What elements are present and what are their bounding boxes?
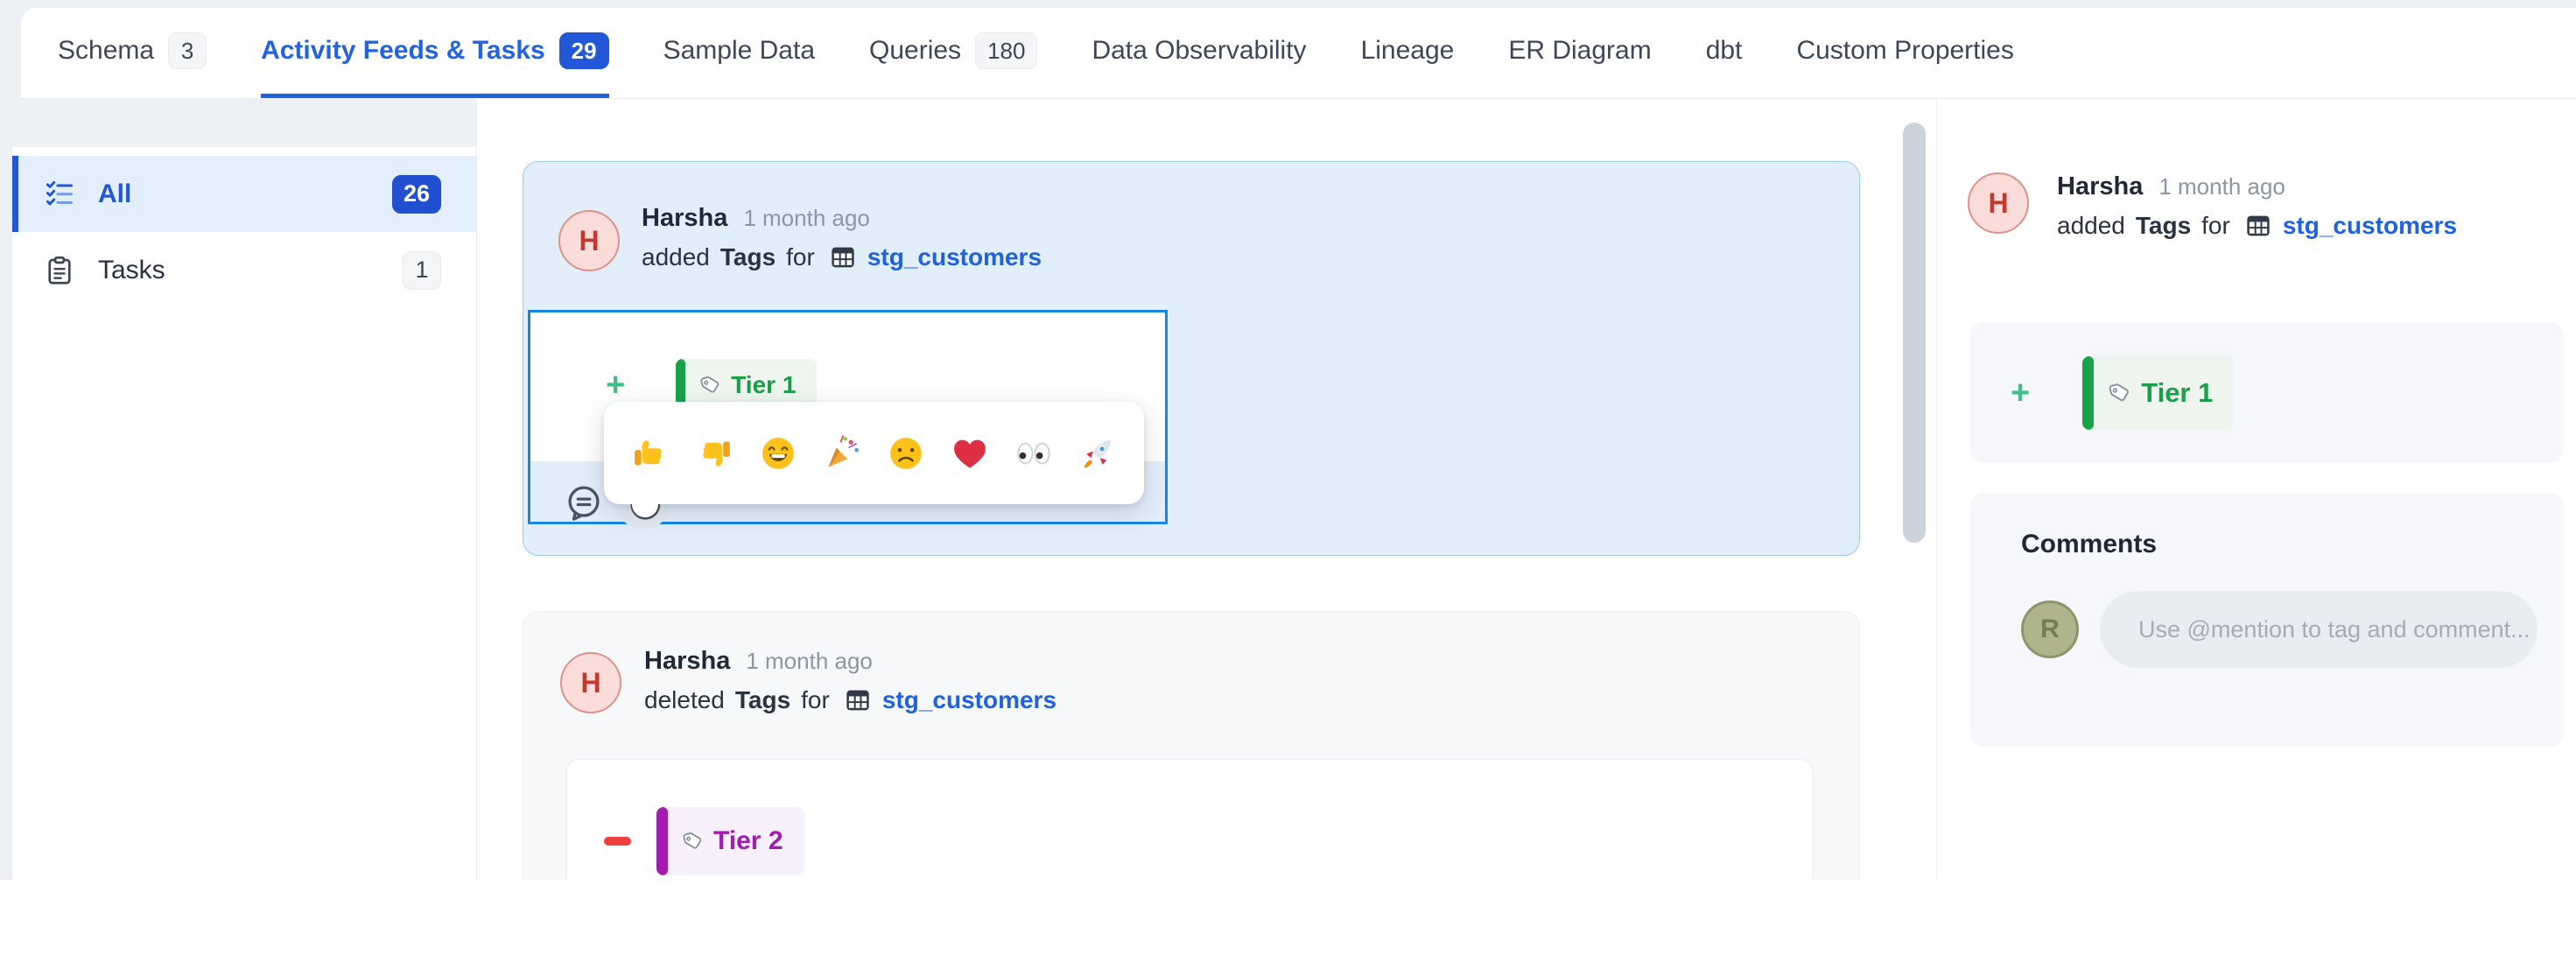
background-gap <box>0 99 477 147</box>
tag-color-bar <box>2082 356 2094 430</box>
active-indicator-bar <box>12 156 18 232</box>
avatar: H <box>1968 172 2029 234</box>
tab-er-diagram[interactable]: ER Diagram <box>1508 8 1651 98</box>
tab-label: Sample Data <box>663 36 815 66</box>
activity-card-added-tags[interactable]: H Harsha 1 month ago added Tags for stg_… <box>523 161 1860 556</box>
action-verb: deleted <box>644 686 725 714</box>
added-sign: + <box>606 369 625 402</box>
timestamp: 1 month ago <box>746 648 873 675</box>
party-popper-icon[interactable] <box>822 433 862 474</box>
grinning-face-icon[interactable] <box>758 433 798 474</box>
tag-chip-tier-2[interactable]: Tier 2 <box>656 807 804 875</box>
action-object: Tags <box>720 243 776 271</box>
asset-link[interactable]: stg_customers <box>867 243 1042 271</box>
tab-dbt[interactable]: dbt <box>1706 8 1743 98</box>
tab-label: Activity Feeds & Tasks <box>261 36 545 66</box>
change-selection-box: + Tier 1 <box>528 310 1168 524</box>
tag-change-row: Tier 2 <box>604 807 804 875</box>
panel-divider <box>1936 99 1937 880</box>
tag-color-bar <box>656 807 668 875</box>
action-object: Tags <box>735 686 790 714</box>
action-verb: added <box>2057 212 2125 240</box>
tab-label: ER Diagram <box>1508 36 1651 66</box>
tab-lineage[interactable]: Lineage <box>1361 8 1455 98</box>
comment-input[interactable] <box>2100 591 2537 668</box>
sidebar-item-label: Tasks <box>98 256 165 285</box>
tag-icon <box>2106 380 2132 406</box>
change-content-panel: Tier 2 <box>566 759 1813 880</box>
thumbs-down-icon[interactable] <box>694 433 734 474</box>
tag-label: Tier 2 <box>713 826 783 856</box>
comments-title: Comments <box>2021 530 2537 559</box>
deleted-sign <box>604 837 631 846</box>
sidebar-item-all[interactable]: All 26 <box>12 156 476 232</box>
tab-queries[interactable]: Queries 180 <box>869 8 1037 98</box>
activity-filter-sidebar: All 26 Tasks 1 <box>12 147 477 880</box>
detail-change-card: + Tier 1 <box>1970 322 2564 463</box>
user-name: Harsha <box>644 647 730 676</box>
tag-chip-tier-1[interactable]: Tier 1 <box>2082 356 2234 430</box>
tab-count-badge: 3 <box>168 32 207 69</box>
clipboard-icon <box>44 255 75 286</box>
tag-label: Tier 1 <box>2141 377 2213 409</box>
table-icon <box>2244 212 2272 240</box>
timestamp: 1 month ago <box>743 205 870 232</box>
asset-link[interactable]: stg_customers <box>882 686 1056 714</box>
tab-label: Queries <box>869 36 961 66</box>
red-heart-icon[interactable] <box>950 433 990 474</box>
activity-card-deleted-tags[interactable]: H Harsha 1 month ago deleted Tags for st… <box>523 611 1860 880</box>
sidebar-item-tasks[interactable]: Tasks 1 <box>12 232 476 308</box>
added-sign: + <box>2011 376 2030 410</box>
sidebar-count-badge: 1 <box>403 251 441 290</box>
table-icon <box>844 686 872 714</box>
asset-link[interactable]: stg_customers <box>2283 212 2457 240</box>
comments-card: Comments R <box>1970 493 2564 747</box>
tab-label: dbt <box>1706 36 1743 66</box>
avatar: H <box>558 210 620 271</box>
tab-activity-feeds-tasks[interactable]: Activity Feeds & Tasks 29 <box>261 8 609 98</box>
sidebar-item-label: All <box>98 179 131 209</box>
tab-data-observability[interactable]: Data Observability <box>1091 8 1306 98</box>
tab-label: Custom Properties <box>1796 36 2013 66</box>
action-preposition: for <box>786 243 815 271</box>
avatar: R <box>2021 600 2079 658</box>
user-name: Harsha <box>642 204 727 233</box>
user-name: Harsha <box>2057 172 2143 201</box>
rocket-icon[interactable] <box>1077 433 1118 474</box>
tab-label: Data Observability <box>1091 36 1306 66</box>
avatar: H <box>560 652 621 713</box>
tab-schema[interactable]: Schema 3 <box>58 8 207 98</box>
action-preposition: for <box>801 686 830 714</box>
tag-icon <box>680 829 705 853</box>
sidebar-count-badge: 26 <box>392 175 441 214</box>
tag-icon <box>698 373 722 397</box>
tab-label: Schema <box>58 36 154 66</box>
asset-tab-bar: Schema 3 Activity Feeds & Tasks 29 Sampl… <box>21 8 2576 99</box>
bottom-whitespace <box>0 880 2576 976</box>
tab-count-badge: 180 <box>975 32 1037 69</box>
feed-scrollbar-thumb[interactable] <box>1903 123 1926 543</box>
action-object: Tags <box>2136 212 2191 240</box>
timestamp: 1 month ago <box>2158 173 2285 200</box>
tab-count-badge: 29 <box>559 32 609 69</box>
comment-icon[interactable] <box>564 482 604 523</box>
tag-label: Tier 1 <box>731 371 796 399</box>
table-icon <box>829 243 857 271</box>
action-verb: added <box>642 243 710 271</box>
tab-custom-properties[interactable]: Custom Properties <box>1796 8 2013 98</box>
tab-label: Lineage <box>1361 36 1455 66</box>
activity-content-area: All 26 Tasks 1 H Harsha 1 month ago <box>0 99 2576 880</box>
tab-sample-data[interactable]: Sample Data <box>663 8 815 98</box>
thumbs-up-icon[interactable] <box>630 433 670 474</box>
checklist-icon <box>44 179 75 210</box>
slightly-frowning-face-icon[interactable] <box>886 433 926 474</box>
eyes-icon[interactable] <box>1014 433 1054 474</box>
action-preposition: for <box>2201 212 2230 240</box>
reaction-picker-popup <box>604 402 1144 504</box>
background-gap-left <box>0 147 12 880</box>
